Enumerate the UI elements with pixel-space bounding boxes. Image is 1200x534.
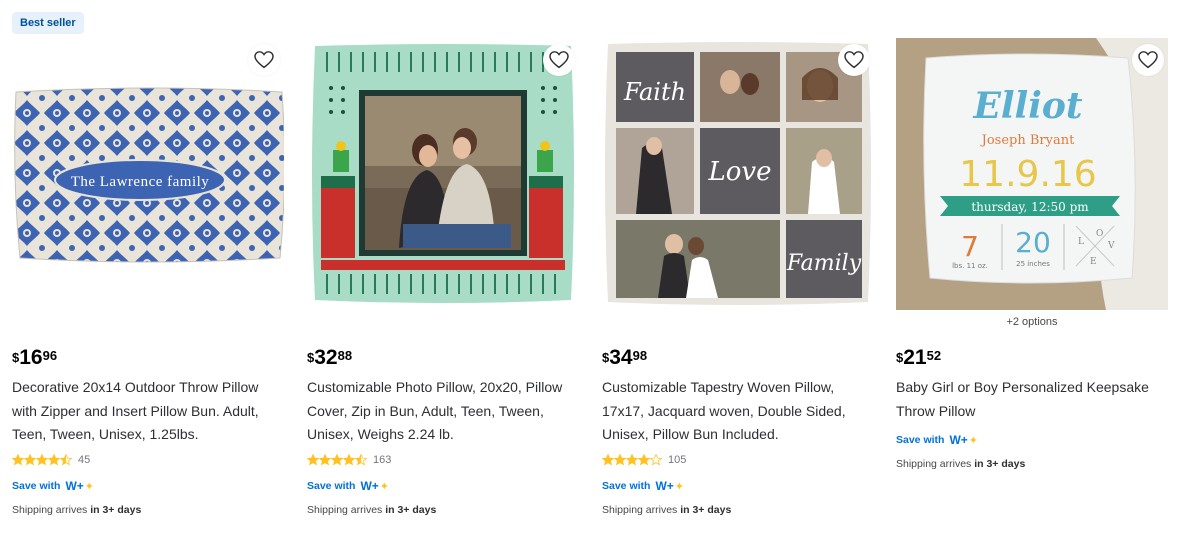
review-count: 105 [668,454,687,466]
product-price: $32 88 [307,346,353,369]
best-seller-badge: Best seller [12,12,84,34]
product-image[interactable]: The Lawrence family [12,38,284,310]
tile-word-faith: Faith [623,78,686,106]
favorite-heart-icon[interactable] [1132,44,1164,76]
tile-word-family: Family [786,251,862,276]
star-icon [60,454,72,466]
rating-stars [12,454,72,466]
product-price: $21 52 [896,346,942,369]
shipping-info: Shipping arrives in 3+ days [602,504,732,516]
pillow-print-middle: Joseph Bryant [980,133,1075,148]
star-icon [626,454,638,466]
rating-stars [307,454,367,466]
star-icon [12,454,24,466]
svg-text:E: E [1090,257,1097,267]
walmart-plus-logo: W+ ✦ [655,479,684,493]
product-title[interactable]: Baby Girl or Boy Personalized Keepsake T… [896,376,1168,423]
save-with-walmart-plus[interactable]: Save with W+ ✦ [896,433,978,447]
star-icon [331,454,343,466]
more-options-link[interactable]: +2 options [896,316,1168,328]
product-title[interactable]: Customizable Photo Pillow, 20x20, Pillow… [307,376,579,447]
save-with-walmart-plus[interactable]: Save with W+ ✦ [602,479,684,493]
review-count: 163 [373,454,392,466]
shipping-info: Shipping arrives in 3+ days [307,504,437,516]
shipping-info: Shipping arrives in 3+ days [12,504,142,516]
product-price: $16 96 [12,346,58,369]
product-rating: 105 [602,454,686,466]
rating-stars [602,454,662,466]
favorite-heart-icon[interactable] [543,44,575,76]
star-icon [355,454,367,466]
product-price: $34 98 [602,346,648,369]
star-icon [614,454,626,466]
walmart-plus-logo: W+ ✦ [949,433,978,447]
tile-word-love: Love [708,157,772,187]
shipping-info: Shipping arrives in 3+ days [896,458,1026,470]
pillow-print-length-unit: 25 inches [1016,260,1050,268]
product-image[interactable]: Elliot Joseph Bryant 11.9.16 thursday, 1… [896,38,1168,310]
svg-text:O: O [1096,229,1103,239]
svg-text:V: V [1107,241,1115,251]
pillow-print-time: thursday, 12:50 pm [971,200,1089,214]
review-count: 45 [78,454,91,466]
save-with-walmart-plus[interactable]: Save with W+ ✦ [12,479,94,493]
star-icon [638,454,650,466]
star-icon [24,454,36,466]
pillow-print-weight: 7 [961,230,979,263]
star-icon [36,454,48,466]
pillow-print-text: The Lawrence family [71,174,210,190]
favorite-heart-icon[interactable] [248,44,280,76]
walmart-plus-logo: W+ ✦ [65,479,94,493]
pillow-print-name: Elliot [972,85,1082,127]
product-rating: 45 [12,454,90,466]
pillow-print-date: 11.9.16 [959,154,1096,195]
walmart-plus-logo: W+ ✦ [360,479,389,493]
star-icon [602,454,614,466]
product-image[interactable]: Faith Love Family [602,38,874,310]
product-rating: 163 [307,454,391,466]
product-title[interactable]: Customizable Tapestry Woven Pillow, 17x1… [602,376,874,447]
product-image[interactable] [307,38,579,310]
star-icon [307,454,319,466]
svg-text:L: L [1078,237,1084,247]
favorite-heart-icon[interactable] [838,44,870,76]
star-icon [319,454,331,466]
save-with-walmart-plus[interactable]: Save with W+ ✦ [307,479,389,493]
pillow-print-length: 20 [1015,226,1051,259]
star-icon [650,454,662,466]
pillow-print-weight-unit: lbs. 11 oz. [952,262,988,270]
star-icon [48,454,60,466]
product-title[interactable]: Decorative 20x14 Outdoor Throw Pillow wi… [12,376,284,447]
star-icon [343,454,355,466]
